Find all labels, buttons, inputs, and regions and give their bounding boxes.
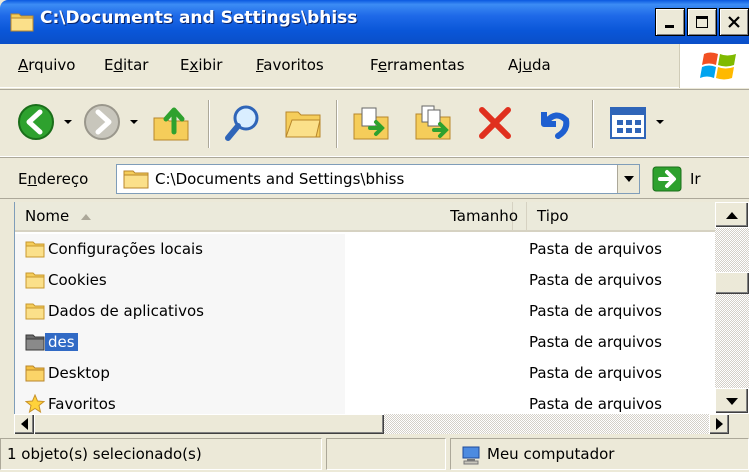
close-icon (728, 16, 740, 28)
file-type: Pasta de arquivos (529, 364, 662, 382)
menu-ferramentas[interactable]: Ferramentas (370, 56, 465, 74)
go-arrow-icon (652, 166, 682, 192)
undo-button[interactable] (532, 102, 574, 148)
scroll-right-button[interactable] (709, 414, 729, 434)
menu-ajuda[interactable]: Ajuda (508, 56, 551, 74)
file-name: Desktop (48, 364, 110, 382)
horizontal-scrollbar[interactable] (14, 414, 729, 434)
forward-button[interactable] (82, 102, 122, 146)
maximize-icon (696, 16, 708, 28)
scroll-corner (729, 414, 749, 434)
address-path: C:\Documents and Settings\bhiss (155, 170, 405, 188)
file-type: Pasta de arquivos (529, 271, 662, 289)
windows-flag-icon (700, 52, 736, 80)
column-header-row: Nome Tamanho Tipo (15, 202, 715, 232)
file-name: Favoritos (48, 395, 116, 413)
folder-icon (10, 10, 34, 36)
status-empty-panel (326, 438, 446, 470)
back-icon (18, 104, 54, 140)
menu-exibir[interactable]: Exibir (180, 56, 222, 74)
chevron-down-icon (623, 176, 634, 182)
minimize-button[interactable] (655, 8, 685, 36)
computer-icon (461, 445, 483, 469)
menu-bar: Arquivo Editar Exibir Favoritos Ferramen… (0, 44, 749, 88)
column-size[interactable]: Tamanho (415, 202, 527, 230)
folder-icon (123, 169, 149, 193)
windows-logo (679, 44, 749, 88)
status-bar: 1 objeto(s) selecionado(s) Meu computado… (0, 436, 749, 472)
go-button[interactable] (652, 166, 682, 196)
arrow-left-icon (20, 418, 28, 430)
scroll-down-button[interactable] (715, 388, 749, 414)
up-folder-icon (153, 107, 189, 141)
file-name: des (45, 333, 78, 351)
forward-icon (84, 104, 120, 140)
address-label: Endereço (18, 170, 89, 188)
column-type[interactable]: Tipo (527, 202, 727, 230)
search-icon (225, 105, 259, 141)
folder-icon (25, 334, 45, 351)
status-location: Meu computador (450, 438, 749, 470)
copy-to-button[interactable] (412, 102, 454, 148)
file-row[interactable]: Desktop Pasta de arquivos (15, 358, 715, 389)
move-to-button[interactable] (350, 102, 392, 148)
back-button[interactable] (16, 102, 56, 146)
horizontal-scroll-thumb[interactable] (34, 414, 384, 434)
menu-favoritos[interactable]: Favoritos (256, 56, 324, 74)
standard-toolbar (0, 89, 749, 157)
file-type: Pasta de arquivos (529, 302, 662, 320)
window-title: C:\Documents and Settings\bhiss (40, 8, 358, 28)
arrow-right-icon (715, 418, 723, 430)
go-label[interactable]: Ir (690, 170, 701, 188)
views-icon (610, 107, 646, 139)
minimize-icon (665, 25, 674, 28)
title-bar[interactable]: C:\Documents and Settings\bhiss (0, 0, 749, 44)
sort-ascending-icon (81, 213, 92, 220)
arrow-down-icon (726, 397, 738, 405)
address-bar: Endereço C:\Documents and Settings\bhiss… (0, 157, 749, 199)
address-dropdown-button[interactable] (617, 165, 639, 193)
file-type: Pasta de arquivos (529, 395, 662, 413)
copy-to-icon (415, 105, 451, 140)
folder-icon (25, 365, 45, 382)
star-folder-icon (25, 394, 45, 414)
search-button[interactable] (222, 102, 264, 148)
undo-icon (541, 112, 570, 139)
file-row[interactable]: Configurações locais Pasta de arquivos (15, 234, 715, 265)
file-name: Configurações locais (48, 240, 203, 258)
file-type: Pasta de arquivos (529, 240, 662, 258)
delete-button[interactable] (474, 102, 516, 148)
vertical-scrollbar[interactable] (715, 202, 749, 414)
views-button[interactable] (608, 102, 650, 148)
scroll-left-button[interactable] (14, 414, 34, 434)
folder-icon (25, 241, 45, 258)
up-folder-button[interactable] (150, 102, 192, 148)
menu-arquivo[interactable]: Arquivo (18, 56, 75, 74)
move-to-icon (353, 107, 389, 140)
folders-button[interactable] (282, 102, 324, 148)
folder-icon (25, 272, 45, 289)
arrow-up-icon (726, 211, 738, 219)
file-row[interactable]: Dados de aplicativos Pasta de arquivos (15, 296, 715, 327)
address-input[interactable]: C:\Documents and Settings\bhiss (116, 164, 640, 194)
close-button[interactable] (719, 8, 749, 36)
file-name: Dados de aplicativos (48, 302, 204, 320)
file-row-selected[interactable]: des Pasta de arquivos (15, 327, 715, 358)
scroll-up-button[interactable] (715, 202, 749, 228)
menu-editar[interactable]: Editar (104, 56, 148, 74)
file-type: Pasta de arquivos (529, 333, 662, 351)
maximize-button[interactable] (687, 8, 717, 36)
vertical-scroll-thumb[interactable] (715, 272, 749, 294)
file-row[interactable]: Cookies Pasta de arquivos (15, 265, 715, 296)
folders-icon (285, 111, 321, 138)
file-name: Cookies (48, 271, 107, 289)
delete-icon (479, 107, 511, 139)
file-list[interactable]: Nome Tamanho Tipo Configurações locais P… (14, 202, 749, 434)
status-selection: 1 objeto(s) selecionado(s) (0, 438, 322, 470)
folder-icon (25, 303, 45, 320)
